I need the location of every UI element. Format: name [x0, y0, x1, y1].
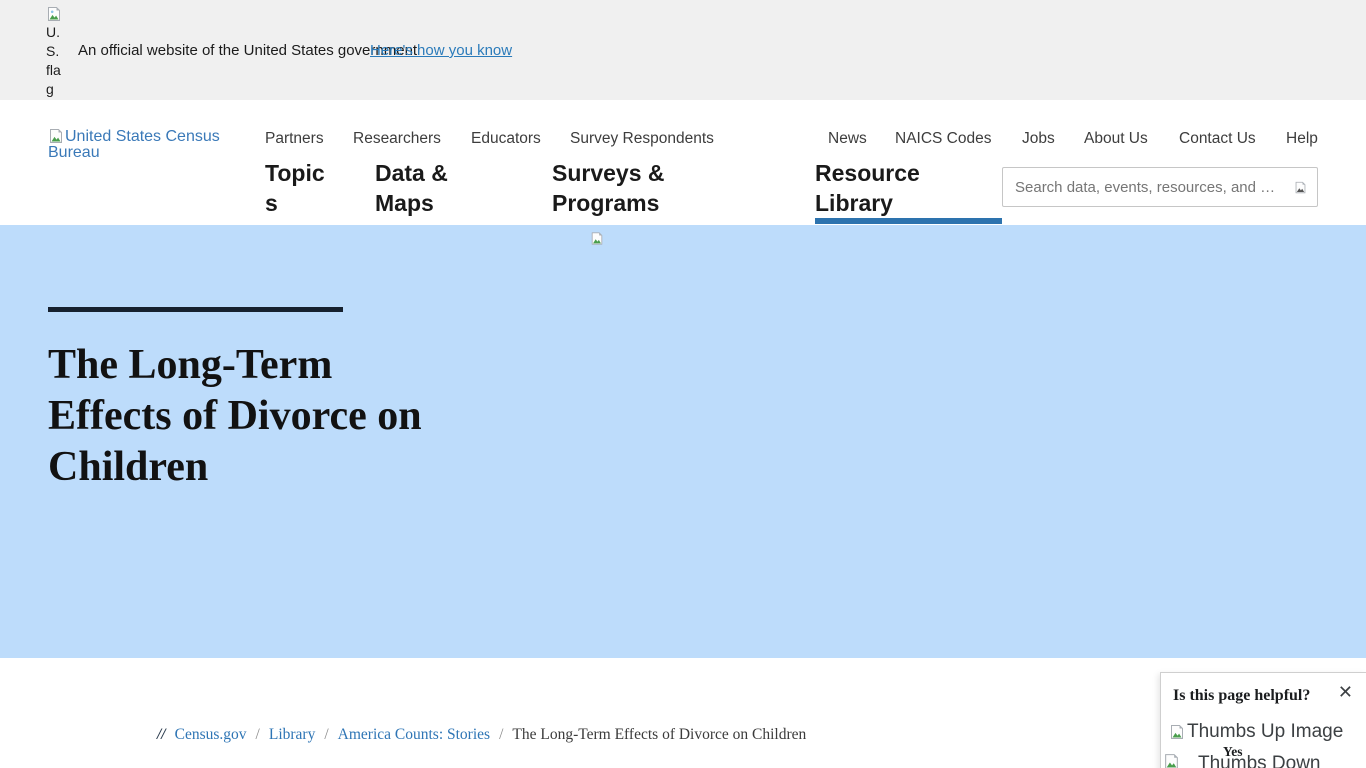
official-site-text: An official website of the United States… — [78, 42, 417, 59]
hero-banner: The Long-Term Effects of Divorce on Chil… — [0, 225, 1366, 658]
census-logo[interactable]: United States Census Bureau — [48, 128, 223, 161]
search-input[interactable] — [1003, 168, 1317, 206]
main-nav-surveys-programs[interactable]: Surveys & Programs — [552, 158, 670, 218]
utility-nav-news[interactable]: News — [828, 130, 867, 148]
feedback-title: Is this page helpful? — [1173, 687, 1310, 705]
utility-nav-help[interactable]: Help — [1286, 130, 1318, 148]
breadcrumb-separator: / — [256, 726, 260, 744]
thumbs-down-icon — [1163, 753, 1180, 768]
gov-banner: U.S. flag An official website of the Uni… — [0, 0, 1366, 100]
title-divider — [48, 307, 343, 312]
feedback-widget: Is this page helpful? ✕ Thumbs Up Image … — [1160, 672, 1366, 768]
breadcrumb-current-page: The Long-Term Effects of Divorce on Chil… — [512, 726, 806, 744]
utility-nav-contact-us[interactable]: Contact Us — [1179, 130, 1256, 148]
breadcrumb-separator: / — [499, 726, 503, 744]
search-icon[interactable] — [1294, 181, 1307, 194]
utility-nav-survey-respondents[interactable]: Survey Respondents — [570, 130, 714, 148]
breadcrumb: // Census.gov / Library / America Counts… — [157, 726, 806, 744]
breadcrumb-america-counts[interactable]: America Counts: Stories — [338, 726, 490, 744]
census-logo-alt-text: United States Census Bureau — [48, 128, 220, 161]
broken-image-icon — [46, 6, 62, 22]
main-nav-data-maps[interactable]: Data & Maps — [375, 158, 459, 218]
us-flag-alt-text: U.S. flag — [46, 24, 61, 97]
main-nav-topics[interactable]: Topics — [265, 158, 329, 218]
search-box — [1002, 167, 1318, 207]
active-nav-indicator — [815, 218, 1002, 224]
heres-how-you-know-link[interactable]: Here's how you know — [370, 42, 512, 59]
us-flag-broken-image: U.S. flag — [46, 6, 67, 99]
breadcrumb-census-gov[interactable]: Census.gov — [175, 726, 247, 744]
utility-nav-partners[interactable]: Partners — [265, 130, 324, 148]
thumbs-up-icon — [1169, 724, 1185, 740]
hero-broken-image-icon — [590, 231, 604, 246]
utility-nav-researchers[interactable]: Researchers — [353, 130, 441, 148]
breadcrumb-separator: / — [324, 726, 328, 744]
close-icon[interactable]: ✕ — [1338, 682, 1353, 703]
thumbs-down-alt-text: Thumbs Down — [1198, 753, 1321, 768]
breadcrumb-library[interactable]: Library — [269, 726, 315, 744]
thumbs-down-button[interactable]: Thumbs Down — [1163, 753, 1321, 768]
breadcrumb-home-icon[interactable]: // — [157, 726, 166, 744]
thumbs-up-alt-text: Thumbs Up Image — [1187, 721, 1343, 743]
census-page: U.S. flag An official website of the Uni… — [0, 0, 1366, 768]
utility-nav-jobs[interactable]: Jobs — [1022, 130, 1055, 148]
broken-image-icon — [48, 128, 64, 144]
utility-nav-educators[interactable]: Educators — [471, 130, 541, 148]
page-title: The Long-Term Effects of Divorce on Chil… — [48, 340, 448, 493]
site-header: United States Census Bureau Partners Res… — [0, 100, 1366, 225]
thumbs-up-button[interactable]: Thumbs Up Image — [1169, 721, 1343, 743]
utility-nav-naics-codes[interactable]: NAICS Codes — [895, 130, 991, 148]
main-nav-resource-library[interactable]: Resource Library — [815, 158, 940, 218]
utility-nav-about-us[interactable]: About Us — [1084, 130, 1148, 148]
